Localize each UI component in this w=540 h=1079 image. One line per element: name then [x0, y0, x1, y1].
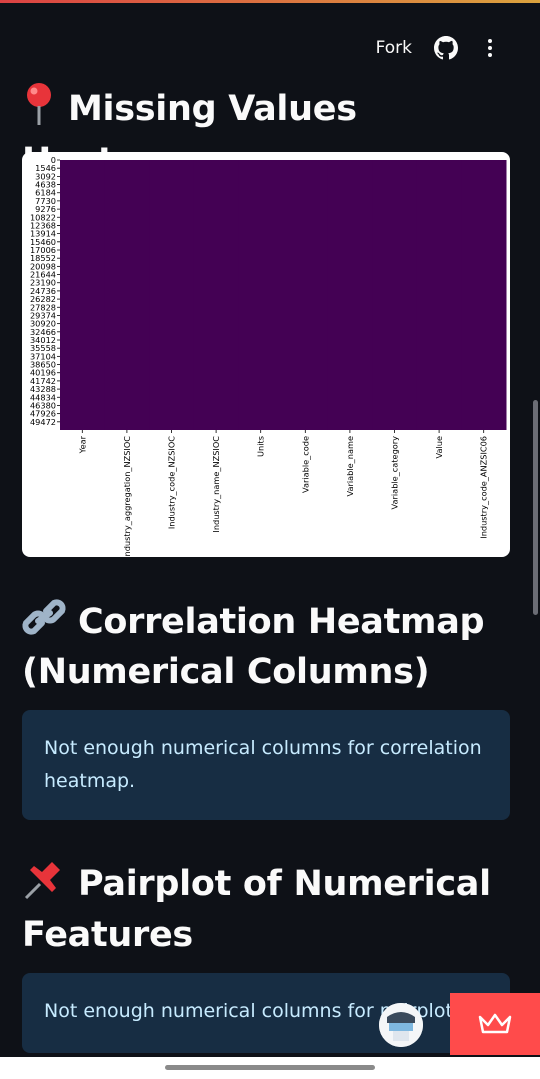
x-tick-label: Variable_category — [390, 436, 400, 510]
heatmap-svg: 0154630924638618477309276108221236813914… — [30, 155, 507, 557]
missing-values-heatmap: 0 1546 3092 4638 6184 7730 9276 10822 12368 13914… — [22, 152, 510, 557]
pairplot-info-alert: Not enough numerical columns for pairplo… — [22, 973, 510, 1053]
heatmap-cell — [327, 160, 373, 430]
y-tick-label: 49472 — [30, 417, 56, 427]
correlation-heading: Correlation Heatmap (Numerical Columns) — [22, 597, 522, 695]
heatmap-cell — [238, 160, 284, 430]
x-tick-label: Variable_name — [345, 436, 355, 496]
link-icon — [22, 597, 66, 649]
scrollbar[interactable] — [533, 400, 538, 615]
correlation-info-text: Not enough numerical columns for correla… — [44, 737, 482, 792]
pin-icon — [22, 82, 56, 138]
x-tick-label: Units — [256, 436, 266, 457]
fork-button[interactable]: Fork — [376, 38, 412, 58]
heatmap-cell — [461, 160, 507, 430]
streamlit-manage-button[interactable] — [450, 993, 540, 1055]
correlation-title: Correlation Heatmap (Numerical Columns) — [22, 602, 485, 692]
x-tick-label: Industry_code_NZSIOC — [167, 436, 177, 529]
heatmap-cell — [372, 160, 418, 430]
x-tick-label: Industry_code_ANZSIC06 — [479, 436, 489, 539]
x-tick-label: Industry_name_NZSIOC — [211, 436, 221, 533]
pairplot-heading: Pairplot of Numerical Features — [22, 858, 522, 958]
heatmap-cell — [104, 160, 150, 430]
x-tick-label: Variable_code — [300, 436, 310, 493]
github-icon[interactable] — [434, 36, 458, 60]
pushpin-icon — [22, 858, 66, 912]
app-toolbar: Fork — [376, 36, 500, 60]
heatmap-cell — [416, 160, 462, 430]
system-home-bar — [0, 1057, 540, 1079]
pairplot-title: Pairplot of Numerical Features — [22, 864, 491, 955]
kebab-menu-icon[interactable] — [480, 36, 500, 60]
avatar[interactable] — [379, 1003, 423, 1047]
x-tick-label: Year — [77, 435, 87, 454]
top-accent-bar — [0, 0, 540, 4]
heatmap-cell — [193, 160, 239, 430]
x-tick-label: Value — [434, 436, 444, 458]
heatmap-cell — [283, 160, 329, 430]
x-tick-label: Industry_aggregation_NZSIOC — [122, 436, 132, 557]
heatmap-cell — [149, 160, 195, 430]
correlation-info-alert: Not enough numerical columns for correla… — [22, 710, 510, 820]
crown-icon — [478, 1013, 512, 1035]
home-indicator[interactable] — [165, 1065, 375, 1070]
heatmap-cell — [60, 160, 106, 430]
